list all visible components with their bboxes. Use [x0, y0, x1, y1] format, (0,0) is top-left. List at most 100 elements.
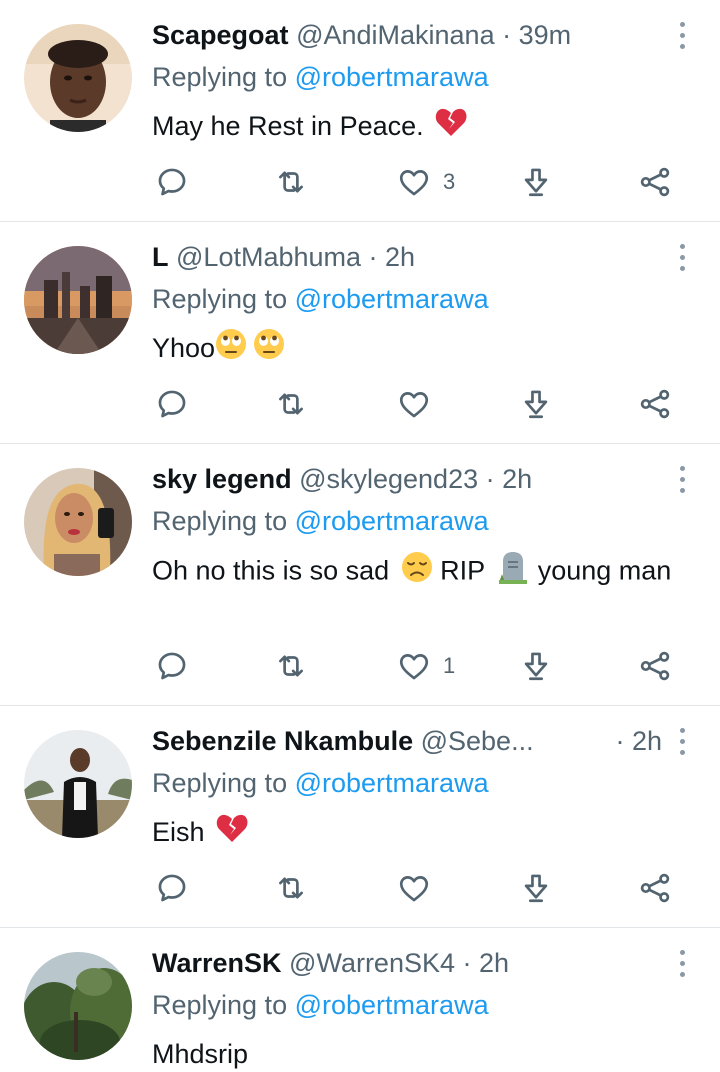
timestamp[interactable]: · 2h — [486, 464, 533, 494]
tweet-header: Scapegoat @AndiMakinana · 39m — [152, 18, 662, 52]
retweet-button[interactable] — [274, 384, 308, 424]
user-handle[interactable]: @skylegend23 — [299, 464, 478, 494]
tweet-text: Mhdsrip — [152, 1034, 672, 1072]
replying-to: Replying to @robertmarawa — [152, 282, 489, 316]
tweet-header: WarrenSK @WarrenSK4 · 2h — [152, 946, 662, 980]
replying-label: Replying to — [152, 990, 288, 1020]
heart-icon — [399, 876, 429, 902]
tweet-text-part: young man — [537, 555, 672, 586]
download-icon — [524, 652, 548, 681]
more-vertical-icon[interactable] — [676, 728, 688, 758]
like-button[interactable]: 3 — [397, 162, 455, 202]
user-handle[interactable]: @WarrenSK4 — [289, 948, 455, 978]
tweet[interactable]: Scapegoat @AndiMakinana · 39m Replying t… — [0, 0, 720, 222]
timestamp[interactable]: · 39m — [502, 20, 571, 50]
mention-link[interactable]: @robertmarawa — [295, 990, 489, 1020]
tweet-text: May he Rest in Peace. — [152, 106, 672, 148]
replying-label: Replying to — [152, 62, 288, 92]
reply-feed: Scapegoat @AndiMakinana · 39m Replying t… — [0, 0, 720, 1072]
download-button[interactable] — [519, 646, 553, 686]
display-name[interactable]: WarrenSK — [152, 948, 282, 978]
share-icon — [640, 873, 670, 903]
share-icon — [640, 651, 670, 681]
heart-icon — [399, 392, 429, 418]
tweet[interactable]: sky legend @skylegend23 · 2h Replying to… — [0, 444, 720, 706]
display-name[interactable]: Sebenzile Nkambule — [152, 726, 413, 756]
user-handle[interactable]: @Sebe... — [421, 726, 534, 756]
action-bar — [0, 384, 720, 424]
tweet-text-content: Eish — [152, 817, 205, 847]
rolling-eyes-face-icon — [253, 328, 285, 371]
user-handle[interactable]: @AndiMakinana — [296, 20, 495, 50]
broken-heart-icon — [435, 107, 467, 148]
avatar[interactable] — [24, 24, 132, 132]
download-button[interactable] — [519, 384, 553, 424]
tweet-header: L @LotMabhuma · 2h — [152, 240, 662, 274]
avatar[interactable] — [24, 730, 132, 838]
more-vertical-icon[interactable] — [676, 22, 688, 52]
mention-link[interactable]: @robertmarawa — [295, 768, 489, 798]
tweet-text: Oh no this is so sad RIP young man — [152, 550, 672, 595]
reply-button[interactable] — [155, 646, 189, 686]
tweet-text: Eish — [152, 812, 672, 854]
more-vertical-icon[interactable] — [676, 244, 688, 274]
timestamp[interactable]: · 2h — [463, 948, 510, 978]
download-button[interactable] — [519, 868, 553, 908]
display-name[interactable]: sky legend — [152, 464, 292, 494]
display-name[interactable]: Scapegoat — [152, 20, 289, 50]
tweet-text-content: Yhoo — [152, 333, 216, 363]
tweet[interactable]: L @LotMabhuma · 2h Replying to @robertma… — [0, 222, 720, 444]
more-vertical-icon[interactable] — [676, 466, 688, 496]
replying-to: Replying to @robertmarawa — [152, 504, 489, 538]
like-button[interactable] — [397, 868, 431, 908]
timestamp[interactable]: · 2h — [369, 242, 416, 272]
mention-link[interactable]: @robertmarawa — [295, 62, 489, 92]
more-vertical-icon[interactable] — [676, 950, 688, 980]
avatar[interactable] — [24, 468, 132, 576]
disappointed-face-icon — [401, 551, 433, 594]
action-bar: 1 — [0, 646, 720, 686]
mention-link[interactable]: @robertmarawa — [295, 506, 489, 536]
share-button[interactable] — [638, 384, 672, 424]
mention-link[interactable]: @robertmarawa — [295, 284, 489, 314]
share-button[interactable] — [638, 646, 672, 686]
reply-button[interactable] — [155, 162, 189, 202]
heart-icon — [399, 654, 429, 680]
retweet-icon — [279, 877, 303, 899]
share-button[interactable] — [638, 162, 672, 202]
reply-button[interactable] — [155, 868, 189, 908]
download-button[interactable] — [519, 162, 553, 202]
tweet-text-content: May he Rest in Peace. — [152, 111, 424, 141]
like-count: 3 — [443, 169, 456, 194]
share-icon — [640, 167, 670, 197]
timestamp[interactable]: · 2h — [609, 724, 662, 758]
download-icon — [524, 390, 548, 419]
replying-to: Replying to @robertmarawa — [152, 60, 489, 94]
action-bar — [0, 868, 720, 908]
broken-heart-icon — [216, 813, 248, 854]
like-button[interactable]: 1 — [397, 646, 455, 686]
retweet-button[interactable] — [274, 162, 308, 202]
reply-icon — [158, 874, 186, 902]
replying-label: Replying to — [152, 284, 288, 314]
avatar[interactable] — [24, 952, 132, 1060]
reply-button[interactable] — [155, 384, 189, 424]
tweet-text-part: RIP — [440, 555, 485, 586]
user-handle[interactable]: @LotMabhuma — [176, 242, 361, 272]
reply-icon — [158, 652, 186, 680]
tweet-text: Yhoo — [152, 328, 672, 371]
like-button[interactable] — [397, 384, 431, 424]
share-button[interactable] — [638, 868, 672, 908]
retweet-button[interactable] — [274, 646, 308, 686]
tweet[interactable]: Sebenzile Nkambule @Sebe... · 2h Replyin… — [0, 706, 720, 928]
retweet-icon — [279, 393, 303, 415]
replying-label: Replying to — [152, 768, 288, 798]
retweet-button[interactable] — [274, 868, 308, 908]
display-name[interactable]: L — [152, 242, 169, 272]
tweet[interactable]: WarrenSK @WarrenSK4 · 2h Replying to @ro… — [0, 928, 720, 1072]
tweet-text-content: Mhdsrip — [152, 1039, 249, 1069]
replying-to: Replying to @robertmarawa — [152, 988, 489, 1022]
tweet-text-part: Oh no this is so sad — [152, 555, 390, 586]
reply-icon — [158, 390, 186, 418]
avatar[interactable] — [24, 246, 132, 354]
